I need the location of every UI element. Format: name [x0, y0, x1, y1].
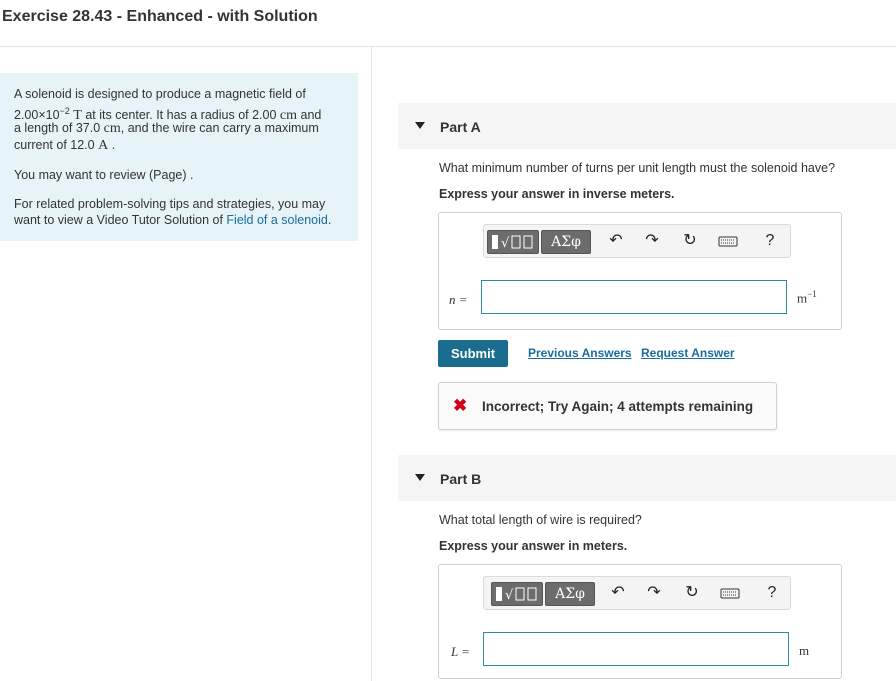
part-a-answer-box: √ ΑΣφ ↶ ↷ ↻ ? n = m−1	[438, 212, 842, 330]
redo-icon[interactable]: ↷	[642, 231, 662, 251]
column-divider	[371, 46, 372, 681]
part-b-instruction: Express your answer in meters.	[439, 539, 628, 553]
unit-exponent: −1	[807, 289, 817, 299]
variable-label: L =	[451, 644, 471, 659]
answer-input[interactable]	[483, 632, 789, 666]
help-icon[interactable]: ?	[760, 231, 780, 251]
header-bar: Exercise 28.43 - Enhanced - with Solutio…	[0, 0, 896, 47]
intro-text: a length of 37.0	[14, 121, 101, 135]
greek-symbols-button[interactable]: ΑΣφ	[541, 230, 591, 254]
request-answer-link[interactable]: Request Answer	[641, 346, 735, 360]
greek-symbols-button[interactable]: ΑΣφ	[545, 582, 595, 606]
intro-text: , and the wire can carry a maximum	[120, 121, 319, 135]
keyboard-icon[interactable]	[720, 583, 740, 603]
previous-answers-link[interactable]: Previous Answers	[528, 346, 632, 360]
math-toolbar: √ ΑΣφ ↶ ↷ ↻ ?	[483, 576, 791, 610]
intro-line-3: a length of 37.0 cm, and the wire can ca…	[14, 120, 319, 137]
feedback-text: Incorrect; Try Again; 4 attempts remaini…	[482, 399, 754, 414]
intro-text: want to view a Video Tutor Solution of	[14, 213, 227, 227]
field-exponent: −2	[59, 106, 70, 116]
submit-button[interactable]: Submit	[438, 340, 508, 367]
unit-base: m	[797, 290, 808, 306]
feedback-box: ✖ Incorrect; Try Again; 4 attempts remai…	[438, 382, 777, 430]
intro-line-4: current of 12.0 A .	[14, 137, 115, 154]
unit-label: m−1	[797, 289, 817, 306]
math-toolbar: √ ΑΣφ ↶ ↷ ↻ ?	[483, 224, 791, 258]
length-unit: cm	[103, 121, 121, 136]
part-a-header[interactable]: Part A	[398, 103, 896, 149]
help-icon[interactable]: ?	[762, 583, 782, 603]
part-a-label: Part A	[440, 119, 481, 135]
page-title: Exercise 28.43 - Enhanced - with Solutio…	[2, 8, 318, 25]
collapse-triangle-icon[interactable]	[415, 474, 425, 481]
incorrect-x-icon: ✖	[453, 396, 468, 415]
part-b-question: What total length of wire is required?	[439, 513, 642, 527]
intro-line-tips-2: want to view a Video Tutor Solution of F…	[14, 212, 331, 229]
templates-button[interactable]: √	[487, 230, 539, 254]
video-tutor-link[interactable]: Field of a solenoid	[226, 213, 327, 227]
collapse-triangle-icon[interactable]	[415, 122, 425, 129]
templates-icon: √	[492, 235, 533, 251]
reset-icon[interactable]: ↻	[680, 231, 700, 251]
problem-intro-panel: A solenoid is designed to produce a magn…	[0, 73, 358, 241]
part-a-question: What minimum number of turns per unit le…	[439, 161, 836, 175]
templates-icon: √	[496, 587, 537, 603]
answer-input[interactable]	[481, 280, 787, 314]
keyboard-glyph	[720, 588, 740, 599]
part-a-instruction: Express your answer in inverse meters.	[439, 187, 675, 201]
redo-icon[interactable]: ↷	[644, 583, 664, 603]
intro-line-tips-1: For related problem-solving tips and str…	[14, 197, 326, 211]
templates-button[interactable]: √	[491, 582, 543, 606]
svg-text:√: √	[505, 588, 514, 603]
intro-line-1: A solenoid is designed to produce a magn…	[14, 86, 306, 103]
part-b-label: Part B	[440, 471, 482, 487]
part-b-answer-box: √ ΑΣφ ↶ ↷ ↻ ? L = m	[438, 564, 842, 679]
undo-icon[interactable]: ↶	[606, 231, 626, 251]
svg-text:√: √	[501, 236, 510, 251]
part-b-header[interactable]: Part B	[398, 455, 896, 501]
intro-text: A solenoid is designed to produce a magn…	[14, 87, 306, 101]
unit-label: m	[799, 643, 810, 658]
intro-text: .	[111, 138, 116, 152]
variable-label: n =	[449, 292, 468, 307]
keyboard-icon[interactable]	[718, 231, 738, 251]
keyboard-glyph	[718, 236, 738, 247]
intro-text: .	[327, 213, 332, 227]
review-text: You may want to review (Page) .	[14, 168, 194, 182]
intro-text: current of 12.0	[14, 138, 95, 152]
undo-icon[interactable]: ↶	[608, 583, 628, 603]
reset-icon[interactable]: ↻	[682, 583, 702, 603]
current-unit: A	[98, 138, 109, 153]
